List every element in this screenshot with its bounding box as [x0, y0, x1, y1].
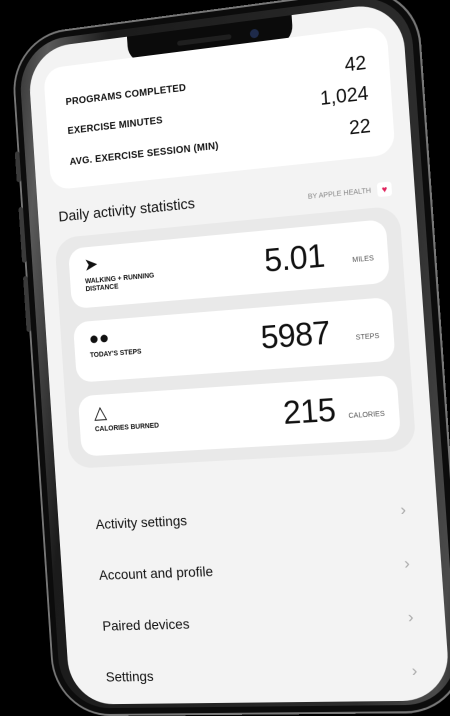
stat-label: PROGRAMS COMPLETED [65, 83, 186, 108]
volume-up-button [18, 207, 26, 263]
metric-label: CALORIES BURNED [95, 422, 171, 434]
chevron-right-icon: › [407, 609, 414, 628]
source-tag: BY APPLE HEALTH ♥ [307, 181, 392, 204]
footsteps-icon: ●● [88, 328, 110, 349]
chevron-right-icon: › [411, 662, 418, 681]
metric-card-calories: △ CALORIES BURNED 215 CALORIES [78, 375, 401, 457]
metric-label: TODAY'S STEPS [90, 347, 166, 360]
speaker-grille [177, 34, 231, 46]
phone-screen: PROGRAMS COMPLETED 42 EXERCISE MINUTES 1… [27, 1, 450, 705]
menu-item-activity-settings[interactable]: Activity settings › [94, 490, 407, 544]
phone-frame: PROGRAMS COMPLETED 42 EXERCISE MINUTES 1… [10, 0, 450, 716]
chevron-right-icon: › [400, 501, 407, 520]
metric-label: WALKING + RUNNING DISTANCE [85, 272, 161, 294]
front-camera [250, 29, 259, 39]
metric-card-steps: ●● TODAY'S STEPS 5987 STEPS [73, 297, 396, 383]
menu-item-label: Settings [105, 668, 154, 684]
metric-unit: CALORIES [348, 411, 385, 420]
menu-item-paired-devices[interactable]: Paired devices › [101, 597, 415, 645]
summary-stats-card: PROGRAMS COMPLETED 42 EXERCISE MINUTES 1… [43, 25, 395, 190]
stat-label: EXERCISE MINUTES [67, 115, 163, 137]
metric-unit: MILES [352, 255, 374, 264]
running-icon: ➤ [83, 254, 98, 275]
metric-card-distance: ➤ WALKING + RUNNING DISTANCE 5.01 MILES [68, 219, 390, 309]
menu-item-label: Account and profile [99, 563, 214, 583]
stat-value: 22 [348, 116, 371, 141]
volume-down-button [23, 276, 31, 332]
menu-item-label: Paired devices [102, 616, 190, 634]
settings-menu: Activity settings › Account and profile … [57, 476, 435, 495]
menu-item-label: Activity settings [95, 512, 187, 532]
mute-switch [15, 151, 22, 182]
metric-value: 5987 [260, 314, 332, 357]
metric-value: 5.01 [263, 237, 326, 280]
stat-value: 42 [344, 53, 367, 78]
heart-icon: ♥ [377, 181, 392, 197]
daily-activity-panel: ➤ WALKING + RUNNING DISTANCE 5.01 MILES … [54, 205, 416, 468]
stat-value: 1,024 [319, 83, 369, 111]
source-label: BY APPLE HEALTH [308, 187, 372, 200]
metric-value: 215 [282, 391, 337, 432]
menu-item-account-profile[interactable]: Account and profile › [98, 544, 412, 595]
section-title: Daily activity statistics [58, 195, 195, 225]
stat-label: AVG. EXERCISE SESSION (MIN) [69, 141, 219, 168]
chevron-right-icon: › [404, 555, 411, 574]
metric-unit: STEPS [356, 333, 380, 342]
menu-item-settings[interactable]: Settings › [105, 651, 419, 696]
flame-icon: △ [93, 402, 107, 422]
